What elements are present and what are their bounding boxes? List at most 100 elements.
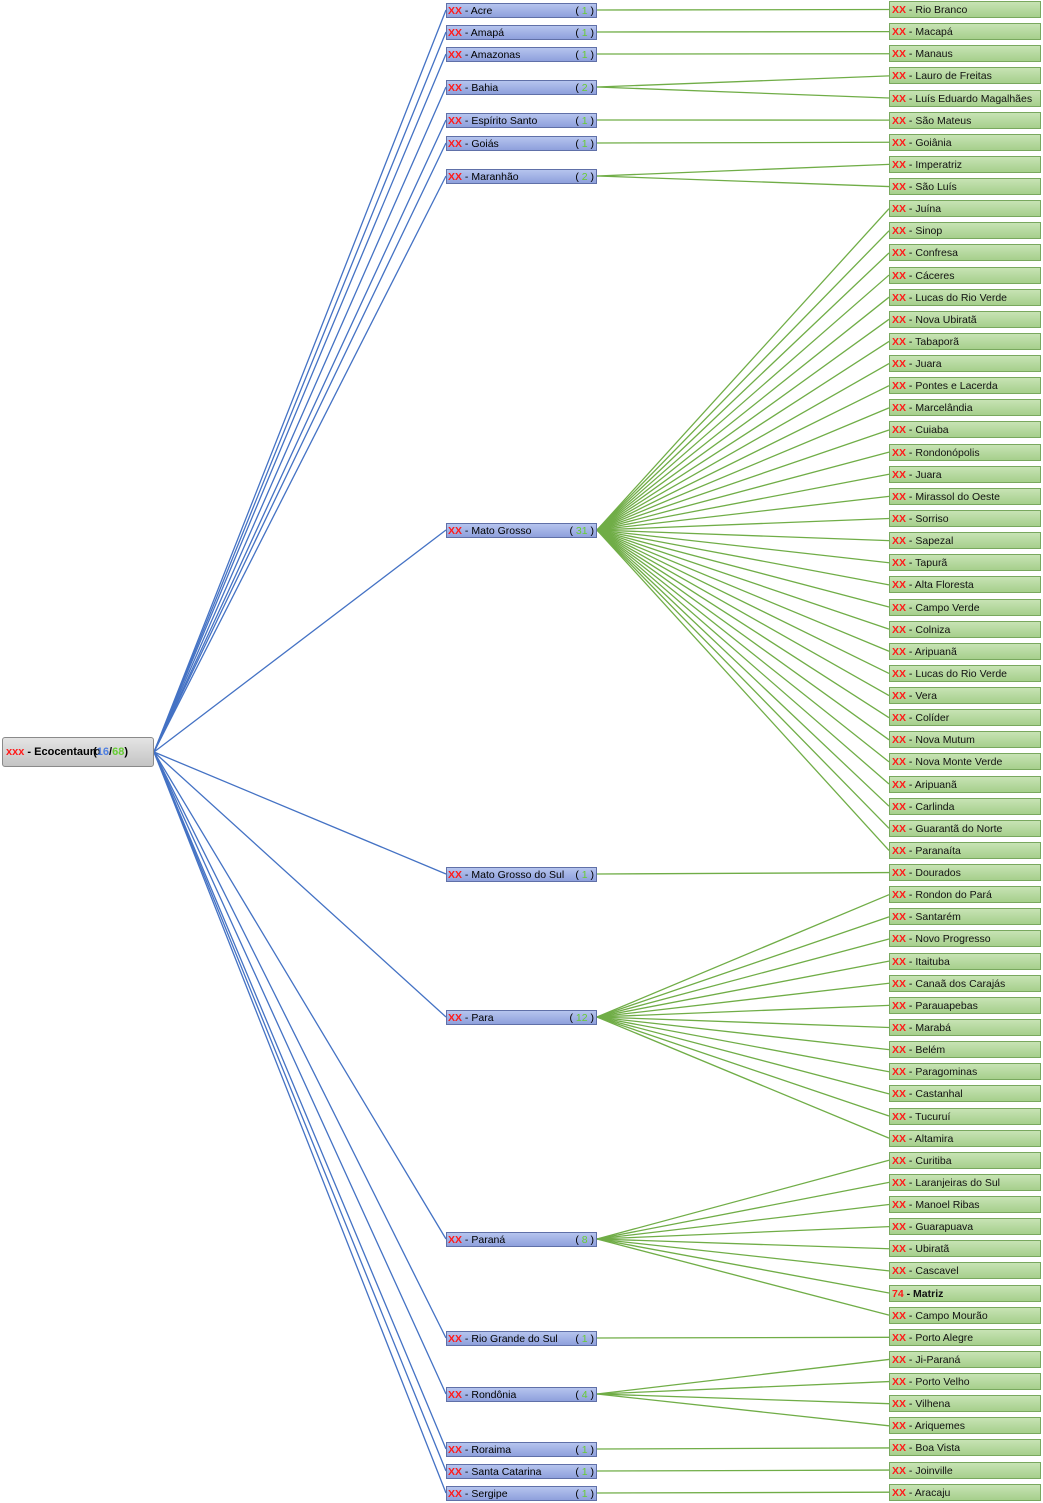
city-separator: - (906, 92, 916, 105)
city-node-29[interactable]: XX - Aripuanã (889, 642, 1041, 660)
state-node-7[interactable]: XX - Mato Grosso ( 31 ) (446, 522, 597, 538)
city-node-40[interactable]: XX - Rondon do Pará (889, 886, 1041, 904)
city-node-51[interactable]: XX - Altamira (889, 1129, 1041, 1147)
state-node-8[interactable]: XX - Mato Grosso do Sul ( 1 ) (446, 866, 597, 882)
root-node[interactable]: xxx - Ecocentauro (16/68) (2, 737, 154, 767)
city-node-45[interactable]: XX - Parauapebas (889, 996, 1041, 1014)
city-node-22[interactable]: XX - Mirassol do Oeste (889, 487, 1041, 505)
city-node-10[interactable]: XX - Sinop (889, 222, 1041, 240)
city-node-54[interactable]: XX - Manoel Ribas (889, 1196, 1041, 1214)
city-separator: - (906, 844, 916, 857)
city-node-44[interactable]: XX - Canaã dos Carajás (889, 974, 1041, 992)
state-node-2[interactable]: XX - Amazonas ( 1 ) (446, 46, 597, 62)
state-node-10[interactable]: XX - Paraná ( 8 ) (446, 1231, 597, 1247)
city-node-23[interactable]: XX - Sorriso (889, 509, 1041, 527)
state-node-5[interactable]: XX - Goiás ( 1 ) (446, 135, 597, 151)
city-code: XX (892, 136, 907, 149)
city-node-16[interactable]: XX - Juara (889, 355, 1041, 373)
state-node-4[interactable]: XX - Espírito Santo ( 1 ) (446, 112, 597, 128)
state-city-edge (596, 407, 890, 531)
city-node-53[interactable]: XX - Laranjeiras do Sul (889, 1173, 1041, 1191)
city-node-41[interactable]: XX - Santarém (889, 908, 1041, 926)
city-node-30[interactable]: XX - Lucas do Rio Verde (889, 664, 1041, 682)
state-node-0[interactable]: XX - Acre ( 1 ) (446, 2, 597, 18)
city-node-56[interactable]: XX - Ubiratã (889, 1240, 1041, 1258)
city-node-34[interactable]: XX - Nova Monte Verde (889, 753, 1041, 771)
city-node-64[interactable]: XX - Ariquemes (889, 1417, 1041, 1435)
city-node-7[interactable]: XX - Imperatriz (889, 155, 1041, 173)
city-node-38[interactable]: XX - Paranaíta (889, 841, 1041, 859)
city-node-18[interactable]: XX - Marcelândia (889, 399, 1041, 417)
state-node-9[interactable]: XX - Para ( 12 ) (446, 1009, 597, 1025)
state-node-3[interactable]: XX - Bahia ( 2 ) (446, 79, 597, 95)
root-count: (16/68) (93, 746, 128, 758)
city-node-33[interactable]: XX - Nova Mutum (889, 731, 1041, 749)
state-code: XX (448, 170, 463, 183)
city-node-20[interactable]: XX - Rondonópolis (889, 443, 1041, 461)
state-node-6[interactable]: XX - Maranhão ( 2 ) (446, 168, 597, 184)
city-node-47[interactable]: XX - Belém (889, 1041, 1041, 1059)
city-node-57[interactable]: XX - Cascavel (889, 1262, 1041, 1280)
city-node-48[interactable]: XX - Paragominas (889, 1063, 1041, 1081)
state-node-14[interactable]: XX - Santa Catarina ( 1 ) (446, 1463, 597, 1479)
city-node-13[interactable]: XX - Lucas do Rio Verde (889, 288, 1041, 306)
state-code: XX (448, 1443, 463, 1456)
state-code: XX (448, 48, 463, 61)
city-node-61[interactable]: XX - Ji-Paraná (889, 1350, 1041, 1368)
city-node-6[interactable]: XX - Goiânia (889, 133, 1041, 151)
city-node-12[interactable]: XX - Cáceres (889, 266, 1041, 284)
city-node-37[interactable]: XX - Guarantã do Norte (889, 819, 1041, 837)
city-node-28[interactable]: XX - Colniza (889, 620, 1041, 638)
state-node-15[interactable]: XX - Sergipe ( 1 ) (446, 1485, 597, 1501)
city-node-31[interactable]: XX - Vera (889, 687, 1041, 705)
city-node-25[interactable]: XX - Tapurã (889, 554, 1041, 572)
city-node-32[interactable]: XX - Colíder (889, 709, 1041, 727)
city-node-1[interactable]: XX - Macapá (889, 23, 1041, 41)
city-node-46[interactable]: XX - Marabá (889, 1018, 1041, 1036)
city-node-39[interactable]: XX - Dourados (889, 864, 1041, 882)
city-node-27[interactable]: XX - Campo Verde (889, 598, 1041, 616)
city-node-50[interactable]: XX - Tucuruí (889, 1107, 1041, 1125)
city-node-3[interactable]: XX - Lauro de Freitas (889, 67, 1041, 85)
city-node-58[interactable]: 74 - Matriz (889, 1284, 1041, 1302)
city-node-0[interactable]: XX - Rio Branco (889, 1, 1041, 18)
state-label: Bahia (471, 81, 499, 94)
city-node-63[interactable]: XX - Vilhena (889, 1395, 1041, 1413)
state-code: XX (448, 1388, 463, 1401)
city-node-55[interactable]: XX - Guarapuava (889, 1218, 1041, 1236)
city-node-26[interactable]: XX - Alta Floresta (889, 576, 1041, 594)
city-code: XX (892, 247, 907, 260)
city-node-9[interactable]: XX - Juína (889, 200, 1041, 218)
city-node-65[interactable]: XX - Boa Vista (889, 1439, 1041, 1457)
state-node-13[interactable]: XX - Roraima ( 1 ) (446, 1441, 597, 1457)
city-node-24[interactable]: XX - Sapezal (889, 532, 1041, 550)
city-node-21[interactable]: XX - Juara (889, 465, 1041, 483)
city-node-43[interactable]: XX - Itaituba (889, 952, 1041, 970)
city-node-49[interactable]: XX - Castanhal (889, 1085, 1041, 1103)
city-node-52[interactable]: XX - Curitiba (889, 1151, 1041, 1169)
city-node-35[interactable]: XX - Aripuanã (889, 775, 1041, 793)
city-label: Sinop (915, 225, 943, 238)
city-node-42[interactable]: XX - Novo Progresso (889, 930, 1041, 948)
city-node-14[interactable]: XX - Nova Ubiratã (889, 310, 1041, 328)
city-node-17[interactable]: XX - Pontes e Lacerda (889, 377, 1041, 395)
city-node-5[interactable]: XX - São Mateus (889, 111, 1041, 129)
city-separator: - (906, 557, 916, 570)
state-node-1[interactable]: XX - Amapá ( 1 ) (446, 24, 597, 40)
city-code: XX (892, 977, 907, 990)
city-node-66[interactable]: XX - Joinville (889, 1461, 1041, 1479)
city-node-2[interactable]: XX - Manaus (889, 45, 1041, 63)
state-city-edge (596, 1447, 890, 1450)
city-node-60[interactable]: XX - Porto Alegre (889, 1328, 1041, 1346)
city-node-19[interactable]: XX - Cuiaba (889, 421, 1041, 439)
city-node-67[interactable]: XX - Aracaju (889, 1483, 1041, 1501)
city-node-15[interactable]: XX - Tabaporã (889, 332, 1041, 350)
city-node-4[interactable]: XX - Luís Eduardo Magalhães (889, 89, 1041, 107)
city-node-11[interactable]: XX - Confresa (889, 244, 1041, 262)
state-node-12[interactable]: XX - Rondônia ( 4 ) (446, 1386, 597, 1402)
state-node-11[interactable]: XX - Rio Grande do Sul ( 1 ) (446, 1330, 597, 1346)
city-node-62[interactable]: XX - Porto Velho (889, 1373, 1041, 1391)
city-node-59[interactable]: XX - Campo Mourão (889, 1306, 1041, 1324)
city-node-36[interactable]: XX - Carlinda (889, 797, 1041, 815)
city-node-8[interactable]: XX - São Luís (889, 178, 1041, 196)
